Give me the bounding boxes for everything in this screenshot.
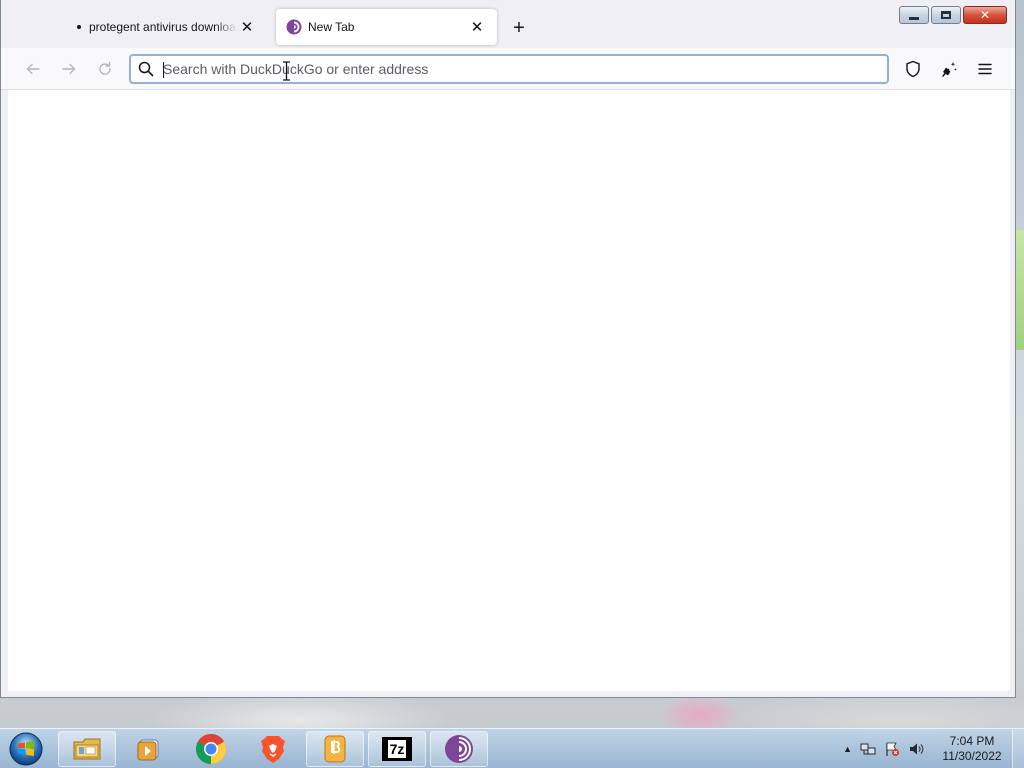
page-content-area[interactable] [8,90,1010,691]
7zip-label: 7z [387,740,407,758]
taskbar-7zip[interactable]: 7z [368,731,426,767]
show-desktop-button[interactable] [1012,729,1024,768]
taskbar-brave[interactable] [244,731,302,767]
taskbar-clock[interactable]: 7:04 PM 11/30/2022 [940,734,1004,764]
chrome-icon [195,733,227,764]
forward-button[interactable] [57,57,81,81]
flag-icon[interactable] [884,741,900,757]
restore-icon [941,11,951,19]
window-caption-buttons: ✕ [899,6,1007,24]
search-icon [131,61,161,77]
tab-close-button[interactable]: ✕ [237,17,257,37]
tab-title: protegent antivirus download and install [89,20,237,34]
taskbar-media-player[interactable] [120,731,178,767]
minimize-icon [909,16,919,20]
new-identity-button[interactable] [937,57,961,81]
start-orb-icon [9,732,43,766]
desktop-window-edge [1015,230,1024,350]
taskbar-file-explorer[interactable] [58,731,116,767]
tor-browser-icon [445,735,473,763]
taskbar: 7z ▲ 7:04 PM 11/30/2022 [0,728,1024,768]
tab-close-button[interactable]: ✕ [467,17,487,37]
system-tray: ▲ [843,739,924,759]
address-bar[interactable] [129,54,889,84]
tab-new-tab[interactable]: New Tab ✕ [276,9,497,45]
show-hidden-arrow-icon[interactable]: ▲ [843,744,852,754]
ibeam-cursor-icon [283,61,290,81]
tor-favicon-icon [286,19,302,35]
close-icon: ✕ [979,8,991,22]
hamburger-menu-icon [978,63,992,75]
back-arrow-icon [26,63,40,75]
sparkle-broom-icon [942,62,957,77]
new-tab-button[interactable]: + [507,16,531,40]
app-menu-button[interactable] [973,57,997,81]
start-button[interactable] [6,730,46,768]
browser-window: protegent antivirus download and install… [0,0,1016,698]
taskbar-chrome[interactable] [182,731,240,767]
7zip-icon: 7z [382,737,412,761]
reload-icon [99,61,111,75]
shield-icon [906,60,920,78]
tab-protegent[interactable]: protegent antivirus download and install… [59,9,267,45]
close-icon: ✕ [470,19,484,36]
clock-date: 11/30/2022 [942,749,1002,763]
clock-time: 7:04 PM [949,734,995,748]
maximize-button[interactable] [931,6,961,24]
tab-loading-dot-icon [77,25,81,29]
plus-icon: + [513,16,525,39]
reload-button[interactable] [93,57,117,81]
close-icon: ✕ [240,19,254,36]
address-input[interactable] [161,56,887,82]
text-caret [163,62,164,78]
taskbar-tor-browser[interactable] [430,731,488,767]
taskbar-app[interactable] [306,731,364,767]
minimize-button[interactable] [899,6,929,24]
brave-icon [261,736,285,763]
network-icon[interactable] [860,741,876,757]
app-icon [324,735,346,763]
forward-arrow-icon [62,63,76,75]
media-player-icon [137,739,159,761]
tab-strip: protegent antivirus download and install… [1,0,1015,48]
volume-icon[interactable] [908,741,924,757]
tab-title: New Tab [308,20,355,34]
back-button[interactable] [21,57,45,81]
file-explorer-icon [73,738,101,760]
shield-button[interactable] [901,57,925,81]
close-window-button[interactable]: ✕ [963,6,1007,24]
navigation-toolbar [1,48,1015,90]
